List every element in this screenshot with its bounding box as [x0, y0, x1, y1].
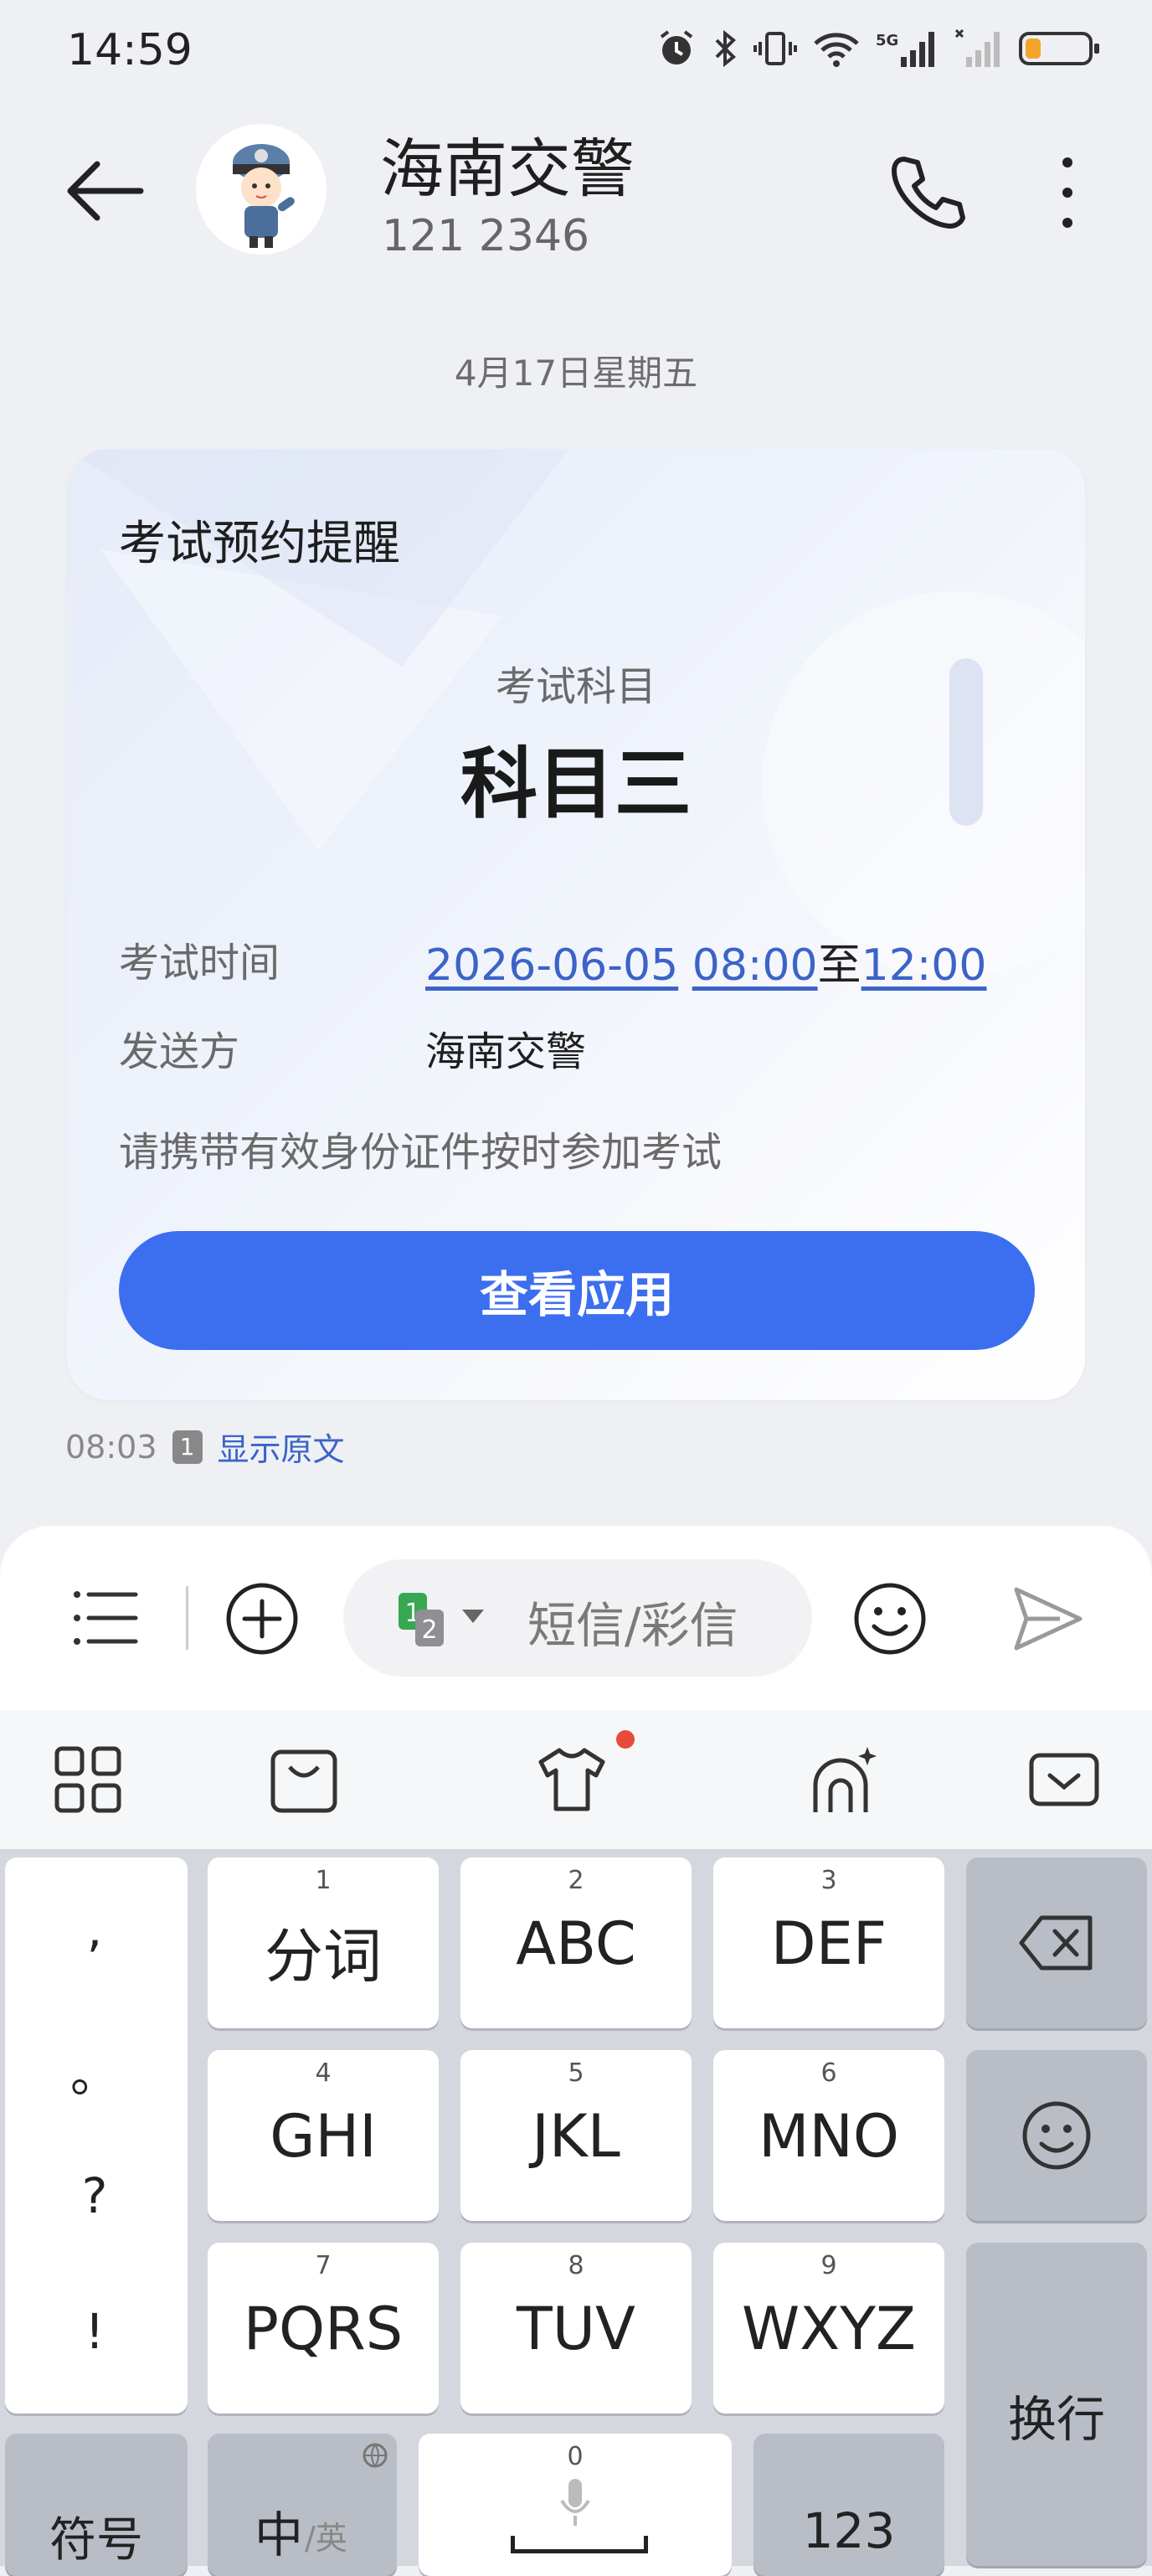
exam-start-link[interactable]: 08:00 — [692, 940, 818, 991]
date-label: 4月17日星期五 — [454, 353, 698, 394]
time-separator: 至 — [817, 940, 861, 991]
lang-alt: /英 — [305, 2520, 347, 2557]
key-label: 分词 — [265, 1922, 382, 1991]
sender-label: 发送方 — [119, 1028, 240, 1075]
notification-dot — [616, 1730, 635, 1749]
key-label: GHI — [270, 2102, 377, 2171]
battery-icon — [1019, 32, 1099, 65]
key-number: 8 — [568, 2251, 584, 2280]
exam-date-link[interactable]: 2026-06-05 — [425, 940, 678, 991]
avatar[interactable] — [196, 124, 327, 255]
key-5[interactable]: 5 JKL — [460, 2050, 692, 2221]
key-number: 3 — [820, 1866, 837, 1895]
subject-value: 科目三 — [460, 739, 692, 829]
apps-grid-icon[interactable] — [52, 1744, 124, 1816]
key-8[interactable]: 8 TUV — [460, 2243, 692, 2414]
punct-exclaim[interactable]: ! — [0, 2303, 189, 2360]
key-number: 6 — [820, 2058, 837, 2088]
bluetooth-icon — [715, 29, 736, 68]
punct-question[interactable]: ? — [0, 2167, 189, 2224]
key-label: PQRS — [243, 2295, 404, 2363]
language-switch-key[interactable]: 中 /英 — [208, 2434, 397, 2576]
globe-icon — [363, 2443, 388, 2468]
enter-label: 换行 — [1007, 2391, 1105, 2448]
clipboard-icon[interactable] — [268, 1744, 340, 1816]
police-mascot-icon — [233, 144, 295, 248]
message-meta: 08:03 1 显示原文 — [65, 1424, 345, 1470]
hide-keyboard-icon[interactable] — [1028, 1744, 1100, 1816]
lang-main: 中 — [255, 2506, 304, 2563]
smile-icon — [1022, 2101, 1091, 2170]
key-label: TUV — [517, 2295, 635, 2363]
send-icon[interactable] — [1010, 1581, 1085, 1656]
key-2[interactable]: 2 ABC — [460, 1857, 692, 2028]
key-number: 5 — [568, 2058, 584, 2088]
exam-end-link[interactable]: 12:00 — [861, 940, 987, 991]
contact-number: 121 2346 — [382, 211, 590, 261]
compose-divider — [186, 1586, 188, 1650]
card-title: 考试预约提醒 — [119, 517, 400, 571]
key-label: ABC — [516, 1909, 636, 1978]
symbol-key[interactable]: 符号 — [5, 2434, 188, 2576]
key-3[interactable]: 3 DEF — [713, 1857, 944, 2028]
subject-label: 考试科目 — [495, 663, 656, 710]
vibrate-icon — [753, 32, 797, 65]
punct-comma[interactable]: , — [0, 1901, 189, 1958]
enter-key[interactable]: 换行 — [966, 2243, 1147, 2566]
numeric-key[interactable]: 123 — [753, 2434, 944, 2576]
menu-list-icon[interactable] — [70, 1583, 141, 1653]
ai-assistant-icon[interactable] — [807, 1744, 879, 1816]
exam-time-value: 2026-06-05 08:00至12:00 — [425, 930, 986, 992]
key-label: MNO — [759, 2102, 899, 2171]
sim-secondary: 2 — [421, 1615, 437, 1645]
sender-value: 海南交警 — [425, 1028, 587, 1075]
sim-badge: 1 — [172, 1430, 203, 1464]
contact-name: 海南交警 — [380, 131, 635, 206]
skin-shirt-icon[interactable] — [536, 1744, 608, 1816]
key-label: DEF — [770, 1909, 887, 1978]
sim-select-icon[interactable]: 1 2 — [397, 1589, 489, 1648]
backspace-icon — [1019, 1915, 1093, 1971]
wifi-icon — [814, 33, 859, 67]
svg-text:5G: 5G — [876, 32, 898, 49]
key-6[interactable]: 6 MNO — [713, 2050, 944, 2221]
alarm-icon — [660, 30, 693, 64]
key-4[interactable]: 4 GHI — [208, 2050, 439, 2221]
key-label: WXYZ — [742, 2295, 916, 2363]
add-icon[interactable] — [224, 1581, 300, 1656]
microphone-icon — [560, 2479, 590, 2526]
exam-time-label: 考试时间 — [119, 940, 280, 987]
key-number: 4 — [315, 2058, 332, 2088]
emoji-key[interactable] — [966, 2050, 1147, 2221]
signal-5g-icon: 5G — [876, 32, 934, 67]
signal-empty-icon — [954, 28, 1000, 67]
key-number: 9 — [820, 2251, 837, 2280]
punct-period[interactable]: 。 — [0, 2035, 189, 2105]
numeric-label: 123 — [802, 2502, 896, 2559]
back-arrow-icon[interactable] — [64, 149, 147, 233]
show-original-link[interactable]: 显示原文 — [218, 1424, 345, 1470]
symbol-label: 符号 — [49, 2513, 143, 2568]
key-number: 2 — [568, 1866, 584, 1895]
key-9[interactable]: 9 WXYZ — [713, 2243, 944, 2414]
space-bar-icon — [511, 2536, 648, 2553]
status-time: 14:59 — [67, 25, 193, 75]
key-number: 7 — [315, 2251, 332, 2280]
more-options-icon[interactable] — [1047, 151, 1088, 234]
view-app-button[interactable]: 查看应用 — [119, 1231, 1035, 1350]
exam-note: 请携带有效身份证件按时参加考试 — [119, 1129, 723, 1176]
backspace-key[interactable] — [966, 1857, 1147, 2028]
message-time: 08:03 — [65, 1428, 157, 1466]
status-icons: 5G — [656, 28, 1102, 69]
space-number: 0 — [567, 2442, 584, 2471]
key-label: JKL — [532, 2102, 620, 2171]
input-placeholder: 短信/彩信 — [527, 1597, 738, 1654]
key-number: 1 — [315, 1866, 332, 1895]
emoji-icon[interactable] — [852, 1581, 928, 1656]
key-7[interactable]: 7 PQRS — [208, 2243, 439, 2414]
key-1[interactable]: 1 分词 — [208, 1857, 439, 2028]
phone-call-icon[interactable] — [887, 151, 968, 231]
space-key[interactable]: 0 — [419, 2434, 732, 2576]
message-card[interactable]: 考试预约提醒 考试科目 科目三 考试时间 2026-06-05 08:00至12… — [67, 449, 1085, 1400]
